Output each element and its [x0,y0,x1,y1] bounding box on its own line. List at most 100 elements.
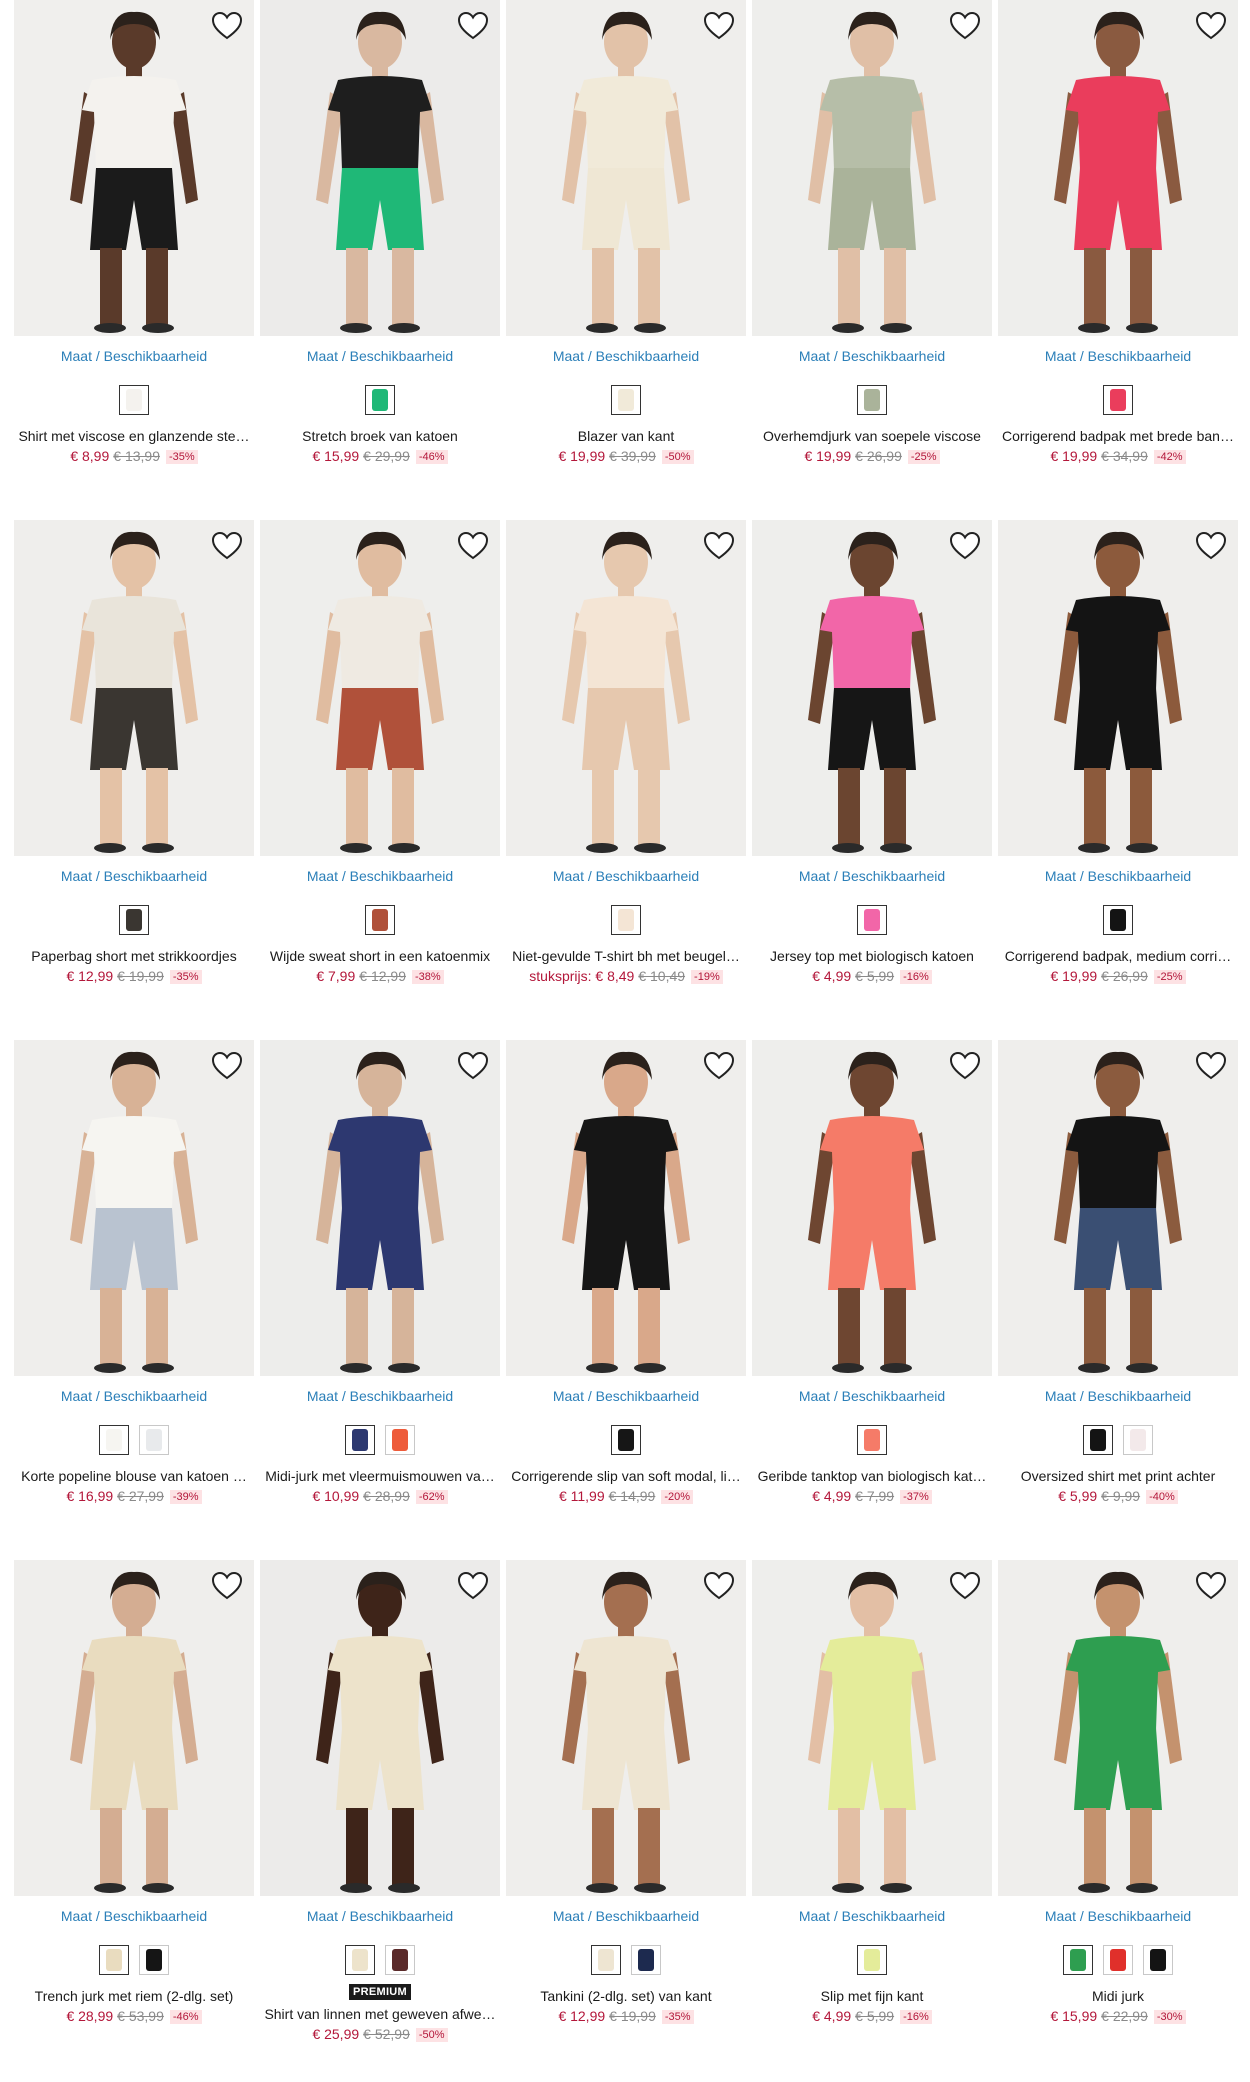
size-availability-link[interactable]: Maat / Beschikbaarheid [258,348,502,366]
color-swatch[interactable] [857,1945,887,1975]
product-name[interactable]: Overhemdjurk van soepele viscose [750,428,994,444]
color-swatch[interactable] [365,905,395,935]
color-swatch[interactable] [1083,1425,1113,1455]
product-name[interactable]: Korte popeline blouse van katoen … [12,1468,256,1484]
product-name[interactable]: Shirt van linnen met geweven afwe… [258,2006,502,2022]
product-image[interactable] [998,1560,1238,1896]
product-name[interactable]: Corrigerend badpak met brede ban… [996,428,1240,444]
product-card[interactable]: Maat / Beschikbaarheid Blazer van kant € 1… [504,0,748,464]
product-card[interactable]: Maat / Beschikbaarheid Midi-jurk met vlee… [258,1040,502,1504]
product-card[interactable]: Maat / Beschikbaarheid Jersey top met bio… [750,520,994,984]
product-image[interactable] [752,1040,992,1376]
color-swatch[interactable] [1103,1945,1133,1975]
color-swatch[interactable] [139,1945,169,1975]
wishlist-heart-icon[interactable] [456,10,490,42]
color-swatch[interactable] [1123,1425,1153,1455]
size-availability-link[interactable]: Maat / Beschikbaarheid [504,1908,748,1926]
size-availability-link[interactable]: Maat / Beschikbaarheid [258,1388,502,1406]
size-availability-link[interactable]: Maat / Beschikbaarheid [12,1908,256,1926]
color-swatch[interactable] [857,1425,887,1455]
product-card[interactable]: Maat / Beschikbaarheid Trench jurk met ri… [12,1560,256,2024]
product-name[interactable]: Blazer van kant [504,428,748,444]
product-name[interactable]: Tankini (2-dlg. set) van kant [504,1988,748,2004]
product-card[interactable]: Maat / Beschikbaarheid Stretch broek van … [258,0,502,464]
product-image[interactable] [752,0,992,336]
color-swatch[interactable] [591,1945,621,1975]
product-image[interactable] [752,520,992,856]
size-availability-link[interactable]: Maat / Beschikbaarheid [258,1908,502,1926]
wishlist-heart-icon[interactable] [456,1570,490,1602]
product-name[interactable]: Corrigerend badpak, medium corri… [996,948,1240,964]
wishlist-heart-icon[interactable] [948,1050,982,1082]
wishlist-heart-icon[interactable] [948,10,982,42]
color-swatch[interactable] [1143,1945,1173,1975]
product-image[interactable] [998,520,1238,856]
size-availability-link[interactable]: Maat / Beschikbaarheid [750,868,994,886]
product-image[interactable] [506,1560,746,1896]
color-swatch[interactable] [857,905,887,935]
product-image[interactable] [14,1560,254,1896]
product-card[interactable]: Maat / Beschikbaarheid Tankini (2-dlg. se… [504,1560,748,2024]
product-image[interactable] [506,520,746,856]
product-card[interactable]: Maat / Beschikbaarheid Corrigerend badpak… [996,0,1240,464]
product-name[interactable]: Paperbag short met strikkoordjes [12,948,256,964]
product-card[interactable]: Maat / Beschikbaarheid Oversized shirt me… [996,1040,1240,1504]
product-card[interactable]: Maat / Beschikbaarheid Midi jurk € 15,99 € … [996,1560,1240,2024]
product-image[interactable] [260,0,500,336]
wishlist-heart-icon[interactable] [948,1570,982,1602]
product-name[interactable]: Niet-gevulde T-shirt bh met beugel… [504,948,748,964]
color-swatch[interactable] [119,385,149,415]
product-card[interactable]: Maat / Beschikbaarheid Paperbag short met… [12,520,256,984]
wishlist-heart-icon[interactable] [1194,10,1228,42]
product-image[interactable] [998,1040,1238,1376]
product-name[interactable]: Slip met fijn kant [750,1988,994,2004]
product-name[interactable]: Corrigerende slip van soft modal, li… [504,1468,748,1484]
wishlist-heart-icon[interactable] [456,530,490,562]
product-image[interactable] [260,1040,500,1376]
product-card[interactable]: Maat / Beschikbaarheid Corrigerende slip … [504,1040,748,1504]
color-swatch[interactable] [99,1945,129,1975]
product-name[interactable]: Oversized shirt met print achter [996,1468,1240,1484]
size-availability-link[interactable]: Maat / Beschikbaarheid [12,1388,256,1406]
product-name[interactable]: Midi jurk [996,1988,1240,2004]
color-swatch[interactable] [119,905,149,935]
color-swatch[interactable] [345,1425,375,1455]
product-image[interactable] [260,1560,500,1896]
wishlist-heart-icon[interactable] [702,10,736,42]
color-swatch[interactable] [611,905,641,935]
wishlist-heart-icon[interactable] [1194,530,1228,562]
product-name[interactable]: Wijde sweat short in een katoenmix [258,948,502,964]
product-image[interactable] [998,0,1238,336]
product-image[interactable] [14,1040,254,1376]
product-image[interactable] [506,1040,746,1376]
size-availability-link[interactable]: Maat / Beschikbaarheid [996,1908,1240,1926]
product-image[interactable] [14,0,254,336]
color-swatch[interactable] [385,1945,415,1975]
product-image[interactable] [260,520,500,856]
color-swatch[interactable] [611,1425,641,1455]
wishlist-heart-icon[interactable] [210,530,244,562]
size-availability-link[interactable]: Maat / Beschikbaarheid [750,348,994,366]
product-card[interactable]: Maat / Beschikbaarheid Shirt met viscose … [12,0,256,464]
product-card[interactable]: Maat / Beschikbaarheid Slip met fijn kant… [750,1560,994,2024]
color-swatch[interactable] [365,385,395,415]
product-card[interactable]: Maat / Beschikbaarheid Niet-gevulde T-shi… [504,520,748,984]
wishlist-heart-icon[interactable] [210,1570,244,1602]
color-swatch[interactable] [345,1945,375,1975]
size-availability-link[interactable]: Maat / Beschikbaarheid [750,1908,994,1926]
product-card[interactable]: Maat / Beschikbaarheid Korte popeline blo… [12,1040,256,1504]
size-availability-link[interactable]: Maat / Beschikbaarheid [996,868,1240,886]
wishlist-heart-icon[interactable] [1194,1570,1228,1602]
size-availability-link[interactable]: Maat / Beschikbaarheid [12,348,256,366]
product-card[interactable]: Maat / Beschikbaarheid Geribde tanktop va… [750,1040,994,1504]
color-swatch[interactable] [99,1425,129,1455]
product-name[interactable]: Shirt met viscose en glanzende ste… [12,428,256,444]
product-name[interactable]: Jersey top met biologisch katoen [750,948,994,964]
size-availability-link[interactable]: Maat / Beschikbaarheid [504,1388,748,1406]
size-availability-link[interactable]: Maat / Beschikbaarheid [996,1388,1240,1406]
color-swatch[interactable] [139,1425,169,1455]
size-availability-link[interactable]: Maat / Beschikbaarheid [750,1388,994,1406]
color-swatch[interactable] [385,1425,415,1455]
size-availability-link[interactable]: Maat / Beschikbaarheid [504,868,748,886]
product-name[interactable]: Midi-jurk met vleermuismouwen va… [258,1468,502,1484]
